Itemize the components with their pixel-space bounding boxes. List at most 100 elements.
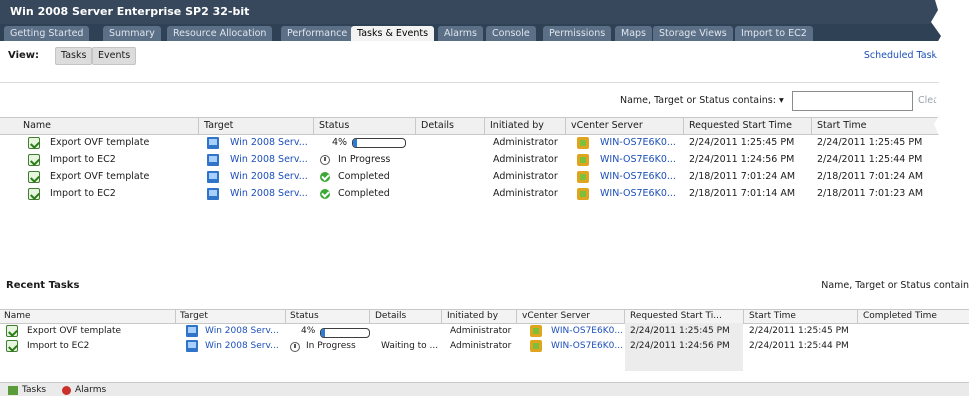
start-time: 2/24/2011 1:25:45 PM bbox=[817, 137, 923, 148]
server-link[interactable]: WIN-OS7E6K0... bbox=[600, 137, 676, 148]
bottom-tab-tasks[interactable]: Tasks bbox=[8, 385, 46, 396]
vcenter-icon bbox=[577, 137, 589, 149]
task-icon bbox=[28, 171, 40, 183]
server-link[interactable]: WIN-OS7E6K0... bbox=[600, 154, 676, 165]
col-status[interactable]: Status bbox=[319, 120, 349, 131]
in-progress-icon bbox=[290, 342, 300, 352]
tab-getting-started[interactable]: Getting Started bbox=[4, 26, 90, 41]
initiated-by: Administrator bbox=[450, 326, 512, 336]
col-vcenter-server[interactable]: vCenter Server bbox=[571, 120, 643, 131]
table-row[interactable]: Import to EC2 Win 2008 Serv... In Progre… bbox=[0, 339, 969, 354]
start-time: 2/18/2011 7:01:24 AM bbox=[817, 171, 924, 182]
view-tasks-button[interactable]: Tasks bbox=[55, 47, 93, 65]
scroll-up-arrow[interactable] bbox=[928, 239, 936, 244]
tab-permissions[interactable]: Permissions bbox=[543, 26, 612, 41]
initiated-by: Administrator bbox=[493, 188, 558, 199]
target-link[interactable]: Win 2008 Serv... bbox=[230, 171, 308, 182]
col-target[interactable]: Target bbox=[180, 311, 208, 321]
table-row[interactable]: Import to EC2 Win 2008 Serv... In Progre… bbox=[0, 152, 942, 169]
vcenter-icon bbox=[577, 188, 589, 200]
start-time: 2/24/2011 1:25:45 PM bbox=[749, 326, 849, 336]
filter-label[interactable]: Name, Target or Status contains: ▾ bbox=[620, 95, 784, 106]
server-link[interactable]: WIN-OS7E6K0... bbox=[551, 341, 623, 351]
col-vcenter-server[interactable]: vCenter Server bbox=[522, 311, 590, 321]
status-percent: 4% bbox=[332, 137, 348, 148]
tab-import-to-ec2[interactable]: Import to EC2 bbox=[735, 26, 813, 41]
target-link[interactable]: Win 2008 Serv... bbox=[230, 137, 308, 148]
server-link[interactable]: WIN-OS7E6K0... bbox=[600, 188, 676, 199]
col-initiated-by[interactable]: Initiated by bbox=[490, 120, 544, 131]
target-link[interactable]: Win 2008 Serv... bbox=[205, 341, 279, 351]
task-name: Import to EC2 bbox=[50, 154, 116, 165]
table-header: Name Target Status Details Initiated by … bbox=[0, 117, 942, 135]
col-start-time[interactable]: Start Time bbox=[749, 311, 796, 321]
table-row[interactable]: Export OVF template Win 2008 Serv... 4% … bbox=[0, 135, 942, 152]
recent-filter-label[interactable]: Name, Target or Status contain bbox=[821, 280, 969, 291]
requested-time: 2/24/2011 1:24:56 PM bbox=[630, 341, 730, 351]
col-details[interactable]: Details bbox=[375, 311, 406, 321]
completed-icon bbox=[320, 189, 330, 199]
recent-table-header: Name Target Status Details Initiated by … bbox=[0, 309, 969, 324]
tab-performance[interactable]: Performance bbox=[281, 26, 354, 41]
col-start-time[interactable]: Start Time bbox=[817, 120, 866, 131]
tab-maps[interactable]: Maps bbox=[615, 26, 652, 41]
task-name: Import to EC2 bbox=[50, 188, 116, 199]
tasks-icon bbox=[8, 386, 18, 395]
col-status[interactable]: Status bbox=[290, 311, 319, 321]
vm-icon bbox=[186, 340, 198, 352]
task-name: Export OVF template bbox=[50, 171, 150, 182]
in-progress-icon bbox=[320, 155, 330, 165]
table-row[interactable]: Export OVF template Win 2008 Serv... 4% … bbox=[0, 324, 969, 339]
view-toolbar: View: Tasks Events Scheduled Tasks bbox=[0, 41, 942, 83]
tab-alarms[interactable]: Alarms bbox=[438, 26, 483, 41]
bottom-tab-alarms[interactable]: Alarms bbox=[62, 385, 106, 396]
start-time: 2/18/2011 7:01:23 AM bbox=[817, 188, 924, 199]
clear-link[interactable]: Clea bbox=[918, 95, 939, 106]
col-name[interactable]: Name bbox=[4, 311, 31, 321]
task-name: Import to EC2 bbox=[27, 341, 90, 351]
requested-time: 2/24/2011 1:25:45 PM bbox=[689, 137, 795, 148]
vcenter-icon bbox=[577, 154, 589, 166]
initiated-by: Administrator bbox=[450, 341, 512, 351]
server-link[interactable]: WIN-OS7E6K0... bbox=[551, 326, 623, 336]
col-requested-start[interactable]: Requested Start Time bbox=[689, 120, 792, 131]
target-link[interactable]: Win 2008 Serv... bbox=[230, 154, 308, 165]
task-icon bbox=[28, 137, 40, 149]
tab-storage-views[interactable]: Storage Views bbox=[653, 26, 733, 41]
col-target[interactable]: Target bbox=[204, 120, 233, 131]
table-row[interactable]: Export OVF template Win 2008 Serv... Com… bbox=[0, 169, 942, 186]
col-requested-start[interactable]: Requested Start Ti... bbox=[630, 311, 722, 321]
col-initiated-by[interactable]: Initiated by bbox=[447, 311, 498, 321]
tasks-events-panel: Win 2008 Server Enterprise SP2 32-bit Ge… bbox=[0, 0, 942, 209]
tab-console[interactable]: Console bbox=[486, 26, 536, 41]
filter-input[interactable] bbox=[792, 91, 913, 111]
recent-tasks-panel: Recent Tasks Name, Target or Status cont… bbox=[0, 272, 969, 396]
status-text: Completed bbox=[338, 188, 390, 199]
progress-fill bbox=[353, 139, 358, 147]
table-row[interactable]: Import to EC2 Win 2008 Serv... Completed… bbox=[0, 186, 942, 203]
col-completed-time[interactable]: Completed Time bbox=[863, 311, 937, 321]
vm-icon bbox=[186, 325, 198, 337]
server-link[interactable]: WIN-OS7E6K0... bbox=[600, 171, 676, 182]
details-text: Waiting to ... bbox=[381, 341, 439, 351]
status-text: In Progress bbox=[306, 341, 356, 351]
recent-tasks-title: Recent Tasks bbox=[6, 280, 80, 291]
col-details[interactable]: Details bbox=[421, 120, 454, 131]
task-icon bbox=[28, 188, 40, 200]
requested-time: 2/18/2011 7:01:14 AM bbox=[689, 188, 796, 199]
tab-tasks-events[interactable]: Tasks & Events bbox=[351, 26, 435, 41]
target-link[interactable]: Win 2008 Serv... bbox=[205, 326, 279, 336]
progress-bar bbox=[352, 138, 406, 148]
requested-time: 2/18/2011 7:01:24 AM bbox=[689, 171, 796, 182]
view-events-button[interactable]: Events bbox=[92, 47, 137, 65]
col-name[interactable]: Name bbox=[23, 120, 51, 131]
bottom-tab-tasks-label: Tasks bbox=[22, 385, 47, 395]
bottom-status-bar: Tasks Alarms bbox=[0, 382, 969, 396]
vcenter-icon bbox=[530, 325, 542, 337]
tab-summary[interactable]: Summary bbox=[103, 26, 161, 41]
initiated-by: Administrator bbox=[493, 154, 558, 165]
scheduled-tasks-link[interactable]: Scheduled Tasks bbox=[864, 50, 942, 61]
target-link[interactable]: Win 2008 Serv... bbox=[230, 188, 308, 199]
vcenter-icon bbox=[577, 171, 589, 183]
tab-resource-allocation[interactable]: Resource Allocation bbox=[167, 26, 273, 41]
